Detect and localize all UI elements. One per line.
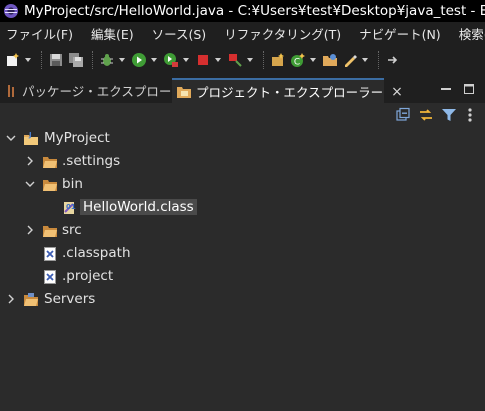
tree-item-settings[interactable]: .settings xyxy=(0,150,485,173)
stop-dropdown-icon[interactable] xyxy=(214,51,222,69)
new-icon[interactable] xyxy=(4,51,22,69)
svg-text:01: 01 xyxy=(66,203,76,211)
tree-label-myproject: MyProject xyxy=(44,130,110,146)
project-tree: J MyProject .settings bin 01 HelloWorld.… xyxy=(0,127,485,411)
folder-icon xyxy=(42,223,58,239)
tree-label-servers: Servers xyxy=(44,291,96,307)
tree-label-classpath: .classpath xyxy=(62,245,131,261)
tree-item-myproject[interactable]: J MyProject xyxy=(0,127,485,150)
xml-file-icon xyxy=(42,246,58,262)
open-type-icon[interactable] xyxy=(321,51,339,69)
toolbar-separator xyxy=(92,51,93,69)
debug-icon[interactable] xyxy=(98,51,116,69)
new-java-class-icon[interactable]: C xyxy=(289,51,307,69)
svg-text:J: J xyxy=(28,131,32,139)
view-menu-icon[interactable] xyxy=(462,107,478,123)
svg-text:C: C xyxy=(294,58,300,68)
view-tab-bar: パッケージ・エクスプローラー プロジェクト・エクスプローラー × xyxy=(0,76,485,103)
project-explorer-icon xyxy=(176,84,192,100)
tree-item-src[interactable]: src xyxy=(0,219,485,242)
filter-icon[interactable] xyxy=(441,107,457,123)
server-project-icon xyxy=(23,292,39,308)
tree-label-helloworld-class: HelloWorld.class xyxy=(80,199,197,215)
package-explorer-icon xyxy=(6,83,18,99)
menu-file[interactable]: ファイル(F) xyxy=(0,24,79,43)
run-dropdown-icon[interactable] xyxy=(150,51,158,69)
close-icon[interactable]: × xyxy=(391,84,403,100)
menu-navigate[interactable]: ナビゲート(N) xyxy=(353,24,447,43)
xml-file-icon xyxy=(42,269,58,285)
tab-project-explorer[interactable]: プロジェクト・エクスプローラー × xyxy=(172,78,403,103)
tree-label-settings: .settings xyxy=(62,153,121,169)
tree-item-project-file[interactable]: .project xyxy=(0,265,485,288)
external-tools-dropdown-icon[interactable] xyxy=(246,51,254,69)
menu-refactor[interactable]: リファクタリング(T) xyxy=(218,24,347,43)
tree-label-src: src xyxy=(62,222,82,238)
collapse-all-icon[interactable] xyxy=(395,107,411,123)
next-annotation-icon[interactable] xyxy=(384,51,402,69)
chevron-right-icon[interactable] xyxy=(24,155,36,167)
new-class-dropdown-icon[interactable] xyxy=(309,51,317,69)
coverage-dropdown-icon[interactable] xyxy=(182,51,190,69)
new-dropdown-icon[interactable] xyxy=(24,51,32,69)
menu-search[interactable]: 検索(A) xyxy=(453,24,485,43)
main-toolbar: C xyxy=(0,44,485,76)
save-icon[interactable] xyxy=(47,51,65,69)
folder-icon xyxy=(42,177,58,193)
chevron-right-icon[interactable] xyxy=(24,224,36,236)
chevron-down-icon[interactable] xyxy=(24,178,36,190)
highlighter-dropdown-icon[interactable] xyxy=(361,51,369,69)
coverage-icon[interactable] xyxy=(162,51,180,69)
tab-project-explorer-label: プロジェクト・エクスプローラー xyxy=(196,85,384,100)
toolbar-separator xyxy=(263,51,264,69)
new-java-package-icon[interactable] xyxy=(269,51,287,69)
toolbar-separator xyxy=(41,51,42,69)
menu-edit[interactable]: 編集(E) xyxy=(85,24,140,43)
tab-package-explorer-label: パッケージ・エクスプローラー xyxy=(22,84,197,99)
maximize-icon[interactable] xyxy=(462,82,476,96)
chevron-right-icon[interactable] xyxy=(5,293,17,305)
view-toolbar xyxy=(0,103,485,127)
toolbar-separator xyxy=(378,51,379,69)
highlighter-icon[interactable] xyxy=(341,51,359,69)
window-title: MyProject/src/HelloWorld.java - C:¥Users… xyxy=(24,3,485,19)
menu-bar: ファイル(F) 編集(E) ソース(S) リファクタリング(T) ナビゲート(N… xyxy=(0,22,485,44)
stop-icon[interactable] xyxy=(194,51,212,69)
menu-source[interactable]: ソース(S) xyxy=(146,24,213,43)
tab-package-explorer[interactable]: パッケージ・エクスプローラー xyxy=(4,78,196,103)
tree-item-bin[interactable]: bin xyxy=(0,173,485,196)
tree-label-project-file: .project xyxy=(62,268,114,284)
tree-label-bin: bin xyxy=(62,176,83,192)
minimize-icon[interactable] xyxy=(439,82,453,96)
tree-item-helloworld-class[interactable]: 01 HelloWorld.class xyxy=(0,196,485,219)
tree-item-servers[interactable]: Servers xyxy=(0,288,485,311)
title-bar: MyProject/src/HelloWorld.java - C:¥Users… xyxy=(0,0,485,22)
link-with-editor-icon[interactable] xyxy=(418,107,434,123)
folder-icon xyxy=(42,154,58,170)
save-all-icon[interactable] xyxy=(67,51,85,69)
run-icon[interactable] xyxy=(130,51,148,69)
chevron-down-icon[interactable] xyxy=(5,132,17,144)
java-project-icon: J xyxy=(23,131,39,147)
external-tools-icon[interactable] xyxy=(226,51,244,69)
class-file-icon: 01 xyxy=(61,200,77,216)
eclipse-logo-icon xyxy=(4,4,18,18)
debug-dropdown-icon[interactable] xyxy=(118,51,126,69)
tree-item-classpath[interactable]: .classpath xyxy=(0,242,485,265)
